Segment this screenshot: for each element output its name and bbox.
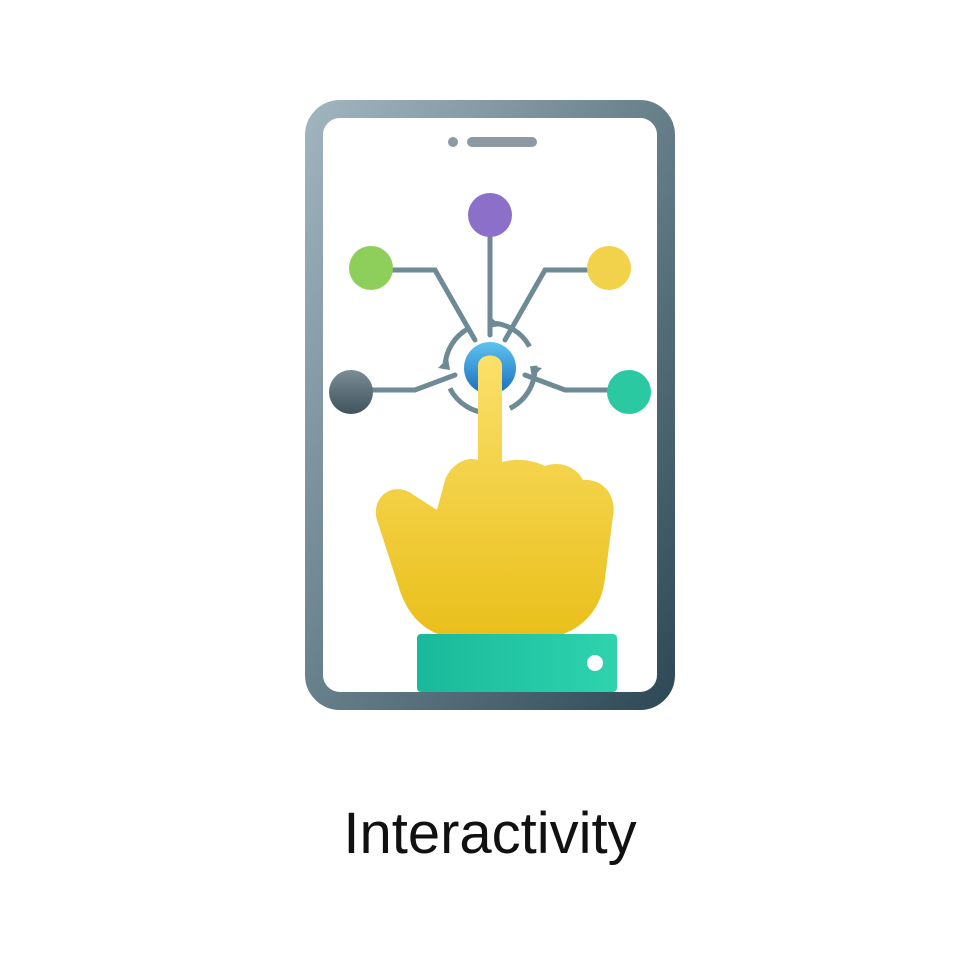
node-lower-left-icon [329,370,373,414]
caption-label: Interactivity [343,800,636,867]
node-lower-right-icon [607,370,651,414]
phone-interactivity-svg [305,100,675,710]
sleeve-cuff-icon [417,634,617,692]
illustration-stage: Interactivity [0,0,980,980]
node-upper-right-icon [587,246,631,290]
interactivity-touch-icon [305,100,675,715]
cuff-button-icon [587,655,603,671]
phone-speaker [467,137,537,147]
phone-camera-dot [448,137,458,147]
node-upper-left-icon [349,246,393,290]
node-top-icon [468,193,512,237]
